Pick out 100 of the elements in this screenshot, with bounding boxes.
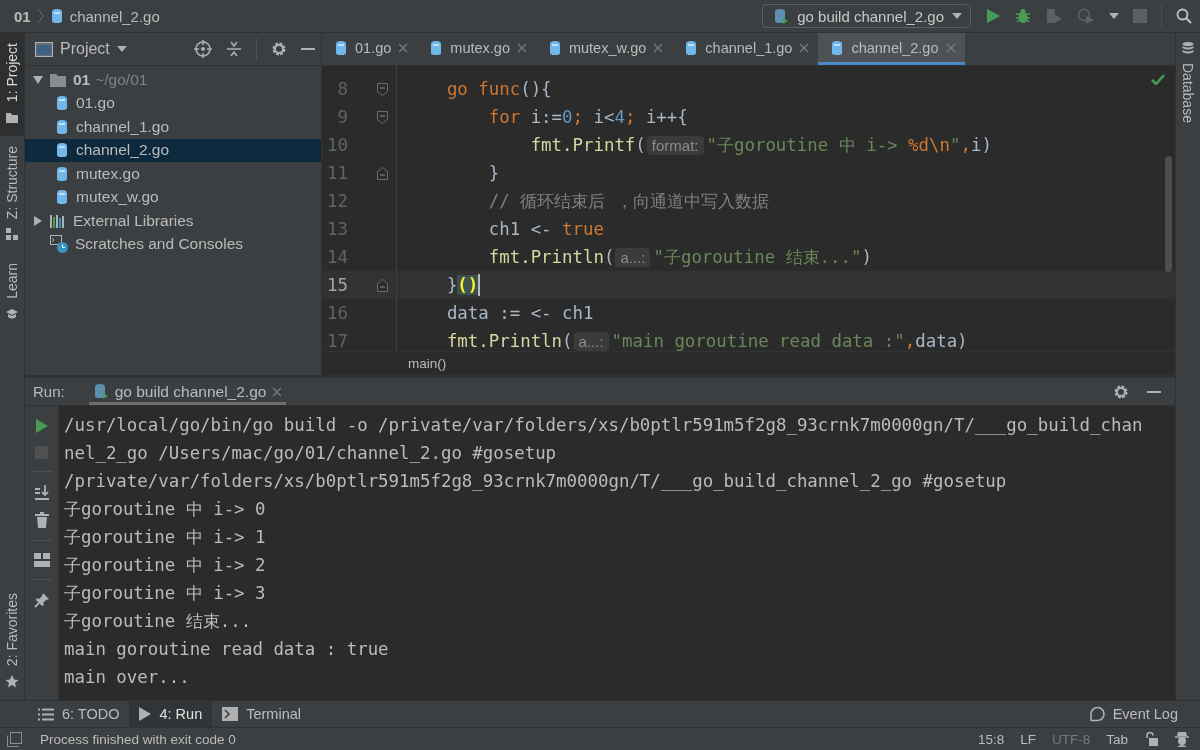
- tool-window-button[interactable]: 2: Favorites: [0, 582, 24, 700]
- line-number: 11: [326, 163, 348, 183]
- layout-icon[interactable]: [33, 553, 50, 567]
- folder-icon: [50, 72, 66, 87]
- caret-icon: [116, 46, 127, 52]
- editor-tab[interactable]: channel_2.go: [818, 33, 965, 65]
- padlock-icon[interactable]: [1144, 732, 1158, 746]
- tool-window-button[interactable]: 1: Project: [0, 33, 24, 137]
- fold-icon[interactable]: [377, 166, 388, 180]
- console-line: 子goroutine 中 i-> 1: [64, 526, 266, 549]
- close-icon[interactable]: [516, 42, 527, 53]
- settings-icon[interactable]: [1113, 383, 1129, 400]
- caret-icon: [1109, 13, 1119, 19]
- file-icon: [49, 8, 64, 24]
- tree-item[interactable]: External Libraries: [25, 209, 321, 233]
- coverage-icon[interactable]: [1045, 8, 1063, 24]
- status-field[interactable]: LF: [1020, 731, 1036, 747]
- run-icon[interactable]: [985, 8, 1001, 24]
- settings-icon[interactable]: [271, 41, 287, 57]
- close-icon[interactable]: [272, 386, 283, 397]
- tool-window-tab[interactable]: 6: TODO: [28, 701, 130, 727]
- status-field[interactable]: 15:8: [977, 731, 1005, 747]
- terminal-icon: [222, 707, 239, 721]
- close-icon[interactable]: [799, 42, 810, 53]
- code-line: fmt.Printf( format: "子goroutine 中 i-> %d\n",i): [529, 134, 992, 157]
- tool-window-button[interactable]: Database: [1176, 33, 1200, 135]
- console-line: 子goroutine 中 i-> 3: [64, 582, 266, 605]
- tree-item[interactable]: Scratches and Consoles: [25, 232, 321, 256]
- scroll-to-end-icon[interactable]: [33, 484, 50, 500]
- expanded-arrow-icon: [33, 74, 43, 85]
- breadcrumb-item[interactable]: 01: [14, 7, 31, 25]
- fold-icon[interactable]: [377, 110, 388, 124]
- tree-item[interactable]: 01.go: [25, 91, 321, 115]
- tree-item[interactable]: 01 ~/go/01: [25, 68, 321, 92]
- breadcrumb-item[interactable]: channel_2.go: [49, 7, 160, 25]
- tool-window-tab[interactable]: 4: Run: [129, 701, 213, 727]
- bug-icon[interactable]: [1015, 8, 1031, 24]
- panel-title: Run:: [33, 383, 65, 400]
- run-icon[interactable]: [34, 418, 49, 434]
- fold-icon[interactable]: [377, 278, 388, 292]
- event-log-button[interactable]: Event Log: [1078, 701, 1188, 727]
- profiler-icon[interactable]: [1077, 8, 1095, 24]
- code-line: for i:=0; i<4; i++{: [487, 107, 688, 127]
- close-icon[interactable]: [653, 42, 664, 53]
- panel-toggle-icon[interactable]: [7, 731, 22, 747]
- line-number: 12: [326, 191, 348, 211]
- editor-tab[interactable]: mutex_w.go: [535, 33, 673, 65]
- file-icon: [684, 39, 699, 56]
- line-number: 10: [326, 135, 348, 155]
- collapsed-arrow-icon: [33, 215, 43, 226]
- console-line: main over...: [64, 666, 190, 689]
- scrollbar-thumb[interactable]: [1165, 156, 1172, 272]
- crosshair-icon[interactable]: [194, 40, 212, 58]
- console-line: nel_2_go /Users/mac/go/01/channel_2.go #gosetup: [64, 442, 557, 465]
- checkmark-icon: [1151, 74, 1165, 85]
- tool-window-button[interactable]: Z: Structure: [0, 136, 24, 254]
- tool-window-tab[interactable]: Terminal: [212, 701, 311, 727]
- editor-tab[interactable]: mutex.go: [417, 33, 536, 65]
- status-field[interactable]: Tab: [1106, 731, 1128, 747]
- speech-bubble-icon: [1088, 706, 1105, 722]
- line-number: 17: [326, 331, 348, 351]
- chevron-icon: [36, 8, 44, 24]
- project-view-dropdown[interactable]: Project: [35, 40, 127, 58]
- close-icon[interactable]: [945, 42, 956, 53]
- status-message: Process finished with exit code 0: [40, 731, 236, 747]
- structure-icon: [5, 227, 19, 242]
- caret-icon: [952, 13, 962, 19]
- fold-icon[interactable]: [377, 82, 388, 96]
- line-number: 16: [326, 303, 348, 323]
- folder-icon: [5, 110, 19, 125]
- trash-icon[interactable]: [34, 512, 49, 528]
- file-icon: [830, 39, 845, 56]
- tree-item[interactable]: channel_2.go: [25, 138, 321, 162]
- star-icon: [5, 674, 19, 688]
- code-line: fmt.Println( a...: "main goroutine read data :",data): [445, 331, 968, 351]
- tree-item[interactable]: channel_1.go: [25, 115, 321, 139]
- editor-tab[interactable]: channel_1.go: [672, 33, 819, 65]
- console-line: 子goroutine 结束...: [64, 610, 252, 633]
- search-icon[interactable]: [1176, 8, 1192, 24]
- console-line: 子goroutine 中 i-> 2: [64, 554, 266, 577]
- console-line: 子goroutine 中 i-> 0: [64, 498, 266, 521]
- person-icon[interactable]: [1174, 731, 1190, 747]
- close-icon[interactable]: [398, 42, 409, 53]
- console-line: /usr/local/go/bin/go build -o /private/var/folders/xs/b0ptlr591m5f2g8_93crnk7m0000gn/T/___go_build_chan: [64, 414, 1143, 437]
- tool-window-button[interactable]: Learn: [0, 253, 24, 334]
- code-line: go func(){: [445, 79, 552, 99]
- tree-item[interactable]: mutex_w.go: [25, 185, 321, 209]
- run-configuration-dropdown[interactable]: go build channel_2.go: [762, 4, 971, 28]
- code-line: ch1 <- true: [487, 219, 604, 239]
- console-line: /private/var/folders/xs/b0ptlr591m5f2g8_93crnk7m0000gn/T/___go_build_channel_2_go #gosetup: [64, 470, 1007, 493]
- file-icon: [55, 142, 69, 159]
- file-icon: [334, 39, 348, 56]
- breadcrumb-item[interactable]: main(): [408, 356, 447, 371]
- file-icon: [55, 95, 69, 112]
- pin-icon[interactable]: [33, 592, 50, 608]
- database-icon: [1181, 41, 1195, 55]
- collapse-icon[interactable]: [226, 41, 242, 57]
- editor-tab[interactable]: 01.go: [322, 33, 418, 65]
- file-icon: [547, 39, 562, 56]
- tree-item[interactable]: mutex.go: [25, 162, 321, 186]
